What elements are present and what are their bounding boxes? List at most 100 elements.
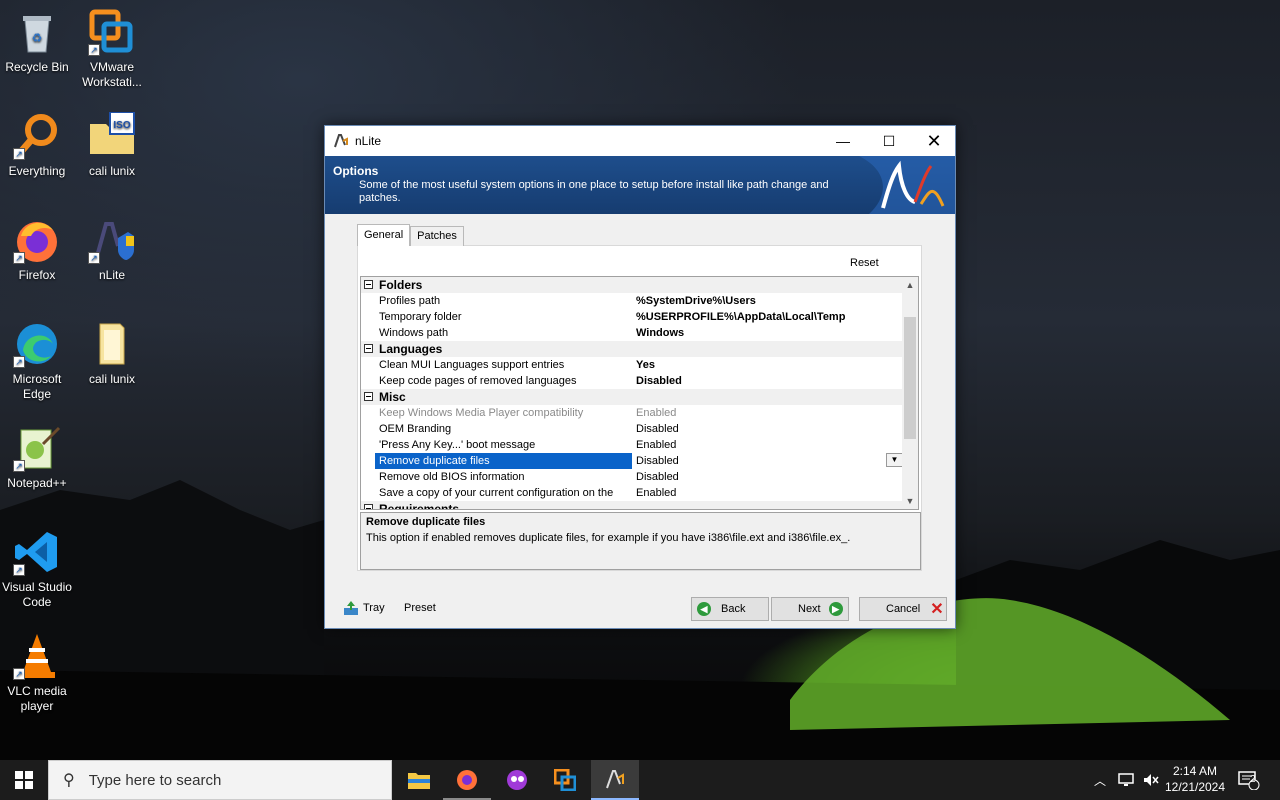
vscode-icon: ↗ xyxy=(13,528,61,576)
property-row[interactable]: Windows path Windows xyxy=(361,325,904,341)
svg-text:♻: ♻ xyxy=(32,31,43,45)
collapse-icon[interactable] xyxy=(364,392,373,401)
clock-date: 12/21/2024 xyxy=(1164,780,1226,794)
desktop-icon-label: Microsoft Edge xyxy=(12,372,62,401)
property-row[interactable]: Temporary folder %USERPROFILE%\AppData\L… xyxy=(361,309,904,325)
property-row[interactable]: Clean MUI Languages support entries Yes xyxy=(361,357,904,373)
collapse-icon[interactable] xyxy=(364,280,373,289)
firefox-icon xyxy=(457,770,477,790)
taskbar-app[interactable] xyxy=(493,760,541,800)
clock-time: 2:14 AM xyxy=(1172,764,1218,778)
nlite-window: nLite — ☐ ✕ Options Some of the most use… xyxy=(324,125,956,629)
start-button[interactable] xyxy=(0,760,48,800)
property-row[interactable]: Save a copy of your current configuratio… xyxy=(361,485,904,509)
taskbar-vmware[interactable] xyxy=(541,760,589,800)
taskbar-file-explorer[interactable] xyxy=(395,760,443,800)
next-button[interactable]: Next ▶ xyxy=(771,597,849,621)
notification-center-icon[interactable]: 2 xyxy=(1238,760,1260,800)
vmware-icon: ↗ xyxy=(88,8,136,56)
property-row[interactable]: Remove old BIOS information Disabled xyxy=(361,469,904,485)
recycle-bin-icon: ♻ xyxy=(13,8,61,56)
shortcut-arrow-icon: ↗ xyxy=(13,252,25,264)
desktop-icon-notepadpp[interactable]: ↗ Notepad++ xyxy=(0,424,74,491)
description-text: This option if enabled removes duplicate… xyxy=(366,532,851,544)
options-header: Options Some of the most useful system o… xyxy=(325,156,955,214)
close-button[interactable]: ✕ xyxy=(911,126,957,156)
window-title: nLite xyxy=(355,134,382,148)
file-explorer-icon xyxy=(408,773,430,789)
desktop-icon-everything[interactable]: ↗ Everything xyxy=(0,112,74,179)
desktop-icon-vscode[interactable]: ↗ Visual Studio Code xyxy=(0,528,74,610)
property-row[interactable]: Profiles path %SystemDrive%\Users xyxy=(361,293,904,309)
desktop-icon-label: Firefox xyxy=(18,268,56,282)
tab-general[interactable]: General xyxy=(357,224,411,246)
shortcut-arrow-icon: ↗ xyxy=(13,668,25,680)
tab-patches[interactable]: Patches xyxy=(410,226,464,246)
collapse-icon[interactable] xyxy=(364,344,373,353)
nlite-icon xyxy=(606,770,624,789)
desktop-icon-recycle-bin[interactable]: ♻ Recycle Bin xyxy=(0,8,74,75)
preset-button[interactable]: Preset xyxy=(404,596,436,620)
dropdown-arrow-icon[interactable]: ▼ xyxy=(886,453,903,467)
desktop-icon-label: cali lunix xyxy=(88,164,136,178)
collapse-icon[interactable] xyxy=(364,504,373,509)
property-row-selected[interactable]: Remove duplicate files Disabled xyxy=(361,453,904,469)
header-description: Some of the most useful system options i… xyxy=(359,179,829,204)
desktop-icon-label: VLC media player xyxy=(7,684,67,713)
desktop-icon-label: nLite xyxy=(98,268,126,282)
desktop-icon-nlite[interactable]: ↗ nLite xyxy=(75,216,149,283)
taskbar-nlite[interactable] xyxy=(591,760,639,800)
description-title: Remove duplicate files xyxy=(366,516,486,528)
desktop-icon-vlc[interactable]: ↗ VLC media player xyxy=(0,632,74,714)
scroll-up-icon[interactable]: ▲ xyxy=(902,277,918,293)
property-row[interactable]: 'Press Any Key...' boot message Enabled xyxy=(361,437,904,453)
windows-logo-icon xyxy=(15,771,33,789)
nlite-logo-icon xyxy=(859,156,955,214)
system-clock[interactable]: 2:14 AM 12/21/2024 xyxy=(1160,763,1230,795)
iso-folder-icon: ISO xyxy=(88,111,136,160)
tray-overflow-chevron-icon[interactable]: ︿ xyxy=(1094,760,1106,800)
tray-button[interactable]: Tray xyxy=(343,596,385,620)
category-languages[interactable]: Languages xyxy=(361,341,904,357)
maximize-button[interactable]: ☐ xyxy=(866,126,912,156)
desktop-icon-cali-lunix-iso[interactable]: ISO cali lunix xyxy=(75,111,149,179)
shortcut-arrow-icon: ↗ xyxy=(88,44,100,56)
desktop-icon-firefox[interactable]: ↗ Firefox xyxy=(0,216,74,283)
volume-muted-icon[interactable] xyxy=(1142,760,1160,800)
minimize-button[interactable]: — xyxy=(820,126,866,156)
category-folders[interactable]: Folders xyxy=(361,277,904,293)
edge-icon: ↗ xyxy=(13,320,61,368)
taskbar-firefox[interactable] xyxy=(443,760,491,800)
taskbar: ⚲ Type here to search ︿ 2:14 AM 12/21/20… xyxy=(0,760,1280,800)
category-misc[interactable]: Misc xyxy=(361,389,904,405)
scroll-thumb[interactable] xyxy=(904,317,916,439)
back-button[interactable]: ◀ Back xyxy=(691,597,769,621)
desktop-icon-label: Notepad++ xyxy=(7,476,67,490)
vmware-icon xyxy=(554,769,576,791)
shortcut-arrow-icon: ↗ xyxy=(88,252,100,264)
notepadpp-icon: ↗ xyxy=(13,424,61,472)
firefox-icon: ↗ xyxy=(13,216,61,264)
reset-button[interactable]: Reset xyxy=(850,257,879,269)
property-row[interactable]: Keep code pages of removed languages Dis… xyxy=(361,373,904,389)
search-icon: ⚲ xyxy=(63,772,75,789)
scroll-down-icon[interactable]: ▼ xyxy=(902,493,918,509)
svg-text:ISO: ISO xyxy=(113,120,130,131)
taskbar-search-box[interactable]: ⚲ Type here to search xyxy=(48,760,392,800)
vertical-scrollbar[interactable]: ▲ ▼ xyxy=(902,277,918,509)
everything-search-icon: ↗ xyxy=(13,112,61,160)
property-row[interactable]: OEM Branding Disabled xyxy=(361,421,904,437)
desktop-icon-cali-lunix-folder[interactable]: cali lunix xyxy=(75,320,149,387)
desktop-icon-vmware[interactable]: ↗ VMware Workstati... xyxy=(75,8,149,90)
category-requirements[interactable]: Requirements xyxy=(361,501,904,509)
network-icon[interactable] xyxy=(1118,760,1136,800)
property-row[interactable]: Keep Windows Media Player compatibility … xyxy=(361,405,904,421)
shortcut-arrow-icon: ↗ xyxy=(13,148,25,160)
cancel-button[interactable]: Cancel ✕ xyxy=(859,597,947,621)
desktop-icon-edge[interactable]: ↗ Microsoft Edge xyxy=(0,320,74,402)
desktop-icon-label: Visual Studio Code xyxy=(2,580,72,609)
folder-icon xyxy=(88,320,136,368)
nlite-icon xyxy=(334,134,348,148)
desktop-icon-label: VMware Workstati... xyxy=(82,60,142,89)
title-bar[interactable]: nLite — ☐ ✕ xyxy=(325,126,955,156)
